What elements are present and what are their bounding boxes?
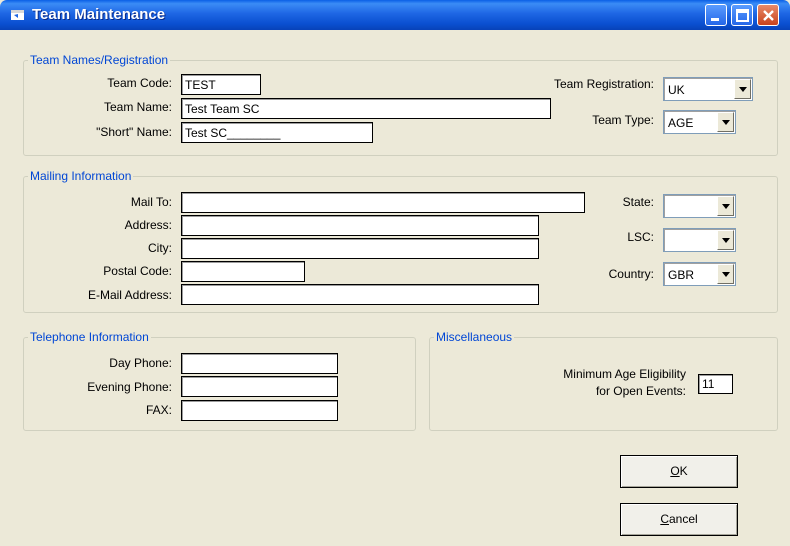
chevron-down-icon [722,204,730,209]
cancel-mnemonic: C [660,512,669,526]
country-value: GBR [668,268,695,282]
address-field[interactable] [181,215,539,236]
team-registration-label: Team Registration: [553,77,654,91]
dropdown-arrow-button[interactable] [717,230,734,250]
short-name-label: "Short" Name: [96,125,172,139]
misc-legend: Miscellaneous [436,330,513,344]
fax-field[interactable] [181,400,338,421]
address-label: Address: [124,218,172,232]
email-label: E-Mail Address: [87,288,172,302]
dropdown-arrow-button[interactable] [717,264,734,284]
team-code-field[interactable]: TEST [181,74,261,95]
evening-phone-label: Evening Phone: [87,380,172,394]
postal-code-label: Postal Code: [103,264,172,278]
country-label: Country: [608,267,654,281]
ok-mnemonic: O [670,464,680,478]
mail-to-label: Mail To: [130,195,172,209]
mail-to-field[interactable] [181,192,585,213]
cancel-button[interactable]: Cancel [620,503,738,536]
city-field[interactable] [181,238,539,259]
close-button[interactable] [757,4,779,26]
team-registration-value: UK [668,83,685,97]
day-phone-field[interactable] [181,353,338,374]
postal-code-field[interactable] [181,261,305,282]
chevron-down-icon [722,238,730,243]
cancel-label-rest: ancel [668,512,698,526]
team-code-label: Team Code: [107,76,172,90]
team-type-value: AGE [668,116,694,130]
team-names-legend: Team Names/Registration [30,53,169,67]
dropdown-arrow-button[interactable] [717,112,734,132]
min-age-label-line2: for Open Events: [595,384,686,398]
state-select[interactable] [663,194,736,218]
min-age-label-line1: Minimum Age Eligibility [563,367,686,381]
maximize-button[interactable] [731,4,753,26]
lsc-select[interactable] [663,228,736,252]
maximize-icon [736,9,749,22]
team-registration-select[interactable]: UK [663,77,753,101]
min-age-field[interactable]: 11 [698,374,733,394]
title-bar[interactable]: Team Maintenance [0,0,790,30]
team-name-field[interactable]: Test Team SC [181,98,551,119]
close-icon [763,10,774,21]
team-type-select[interactable]: AGE [663,110,736,134]
lsc-label: LSC: [627,230,654,244]
minimize-button[interactable] [705,4,727,26]
chevron-down-icon [722,272,730,277]
day-phone-label: Day Phone: [109,356,172,370]
city-label: City: [148,241,172,255]
ok-label-rest: K [679,464,688,478]
team-name-label: Team Name: [103,100,172,114]
country-select[interactable]: GBR [663,262,736,286]
dropdown-arrow-button[interactable] [717,196,734,216]
ok-button[interactable]: OK [620,455,738,488]
fax-label: FAX: [145,403,172,417]
mailing-legend: Mailing Information [30,169,132,183]
state-label: State: [622,195,654,209]
minimize-icon [711,18,719,21]
chevron-down-icon [739,87,747,92]
window-title: Team Maintenance [32,6,166,23]
evening-phone-field[interactable] [181,376,338,397]
telephone-legend: Telephone Information [30,330,149,344]
app-icon [11,10,24,20]
chevron-down-icon [722,120,730,125]
dropdown-arrow-button[interactable] [734,79,751,99]
team-type-label: Team Type: [592,113,654,127]
email-field[interactable] [181,284,539,305]
short-name-field[interactable]: Test SC________ [181,122,373,143]
